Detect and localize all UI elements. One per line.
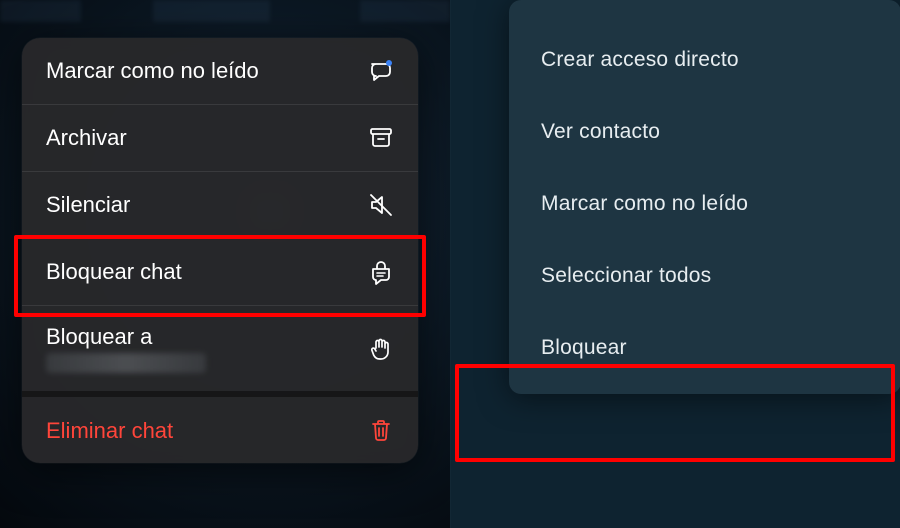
menu-item-archive[interactable]: Archivar (22, 105, 418, 172)
menu-item-label: Eliminar chat (46, 418, 366, 443)
lock-chat-icon (366, 257, 396, 287)
menu-item-label: Marcar como no leído (541, 192, 748, 216)
menu-item-label: Bloquear a (46, 324, 366, 373)
menu-item-mark-unread[interactable]: Marcar como no leído (509, 168, 900, 240)
android-popup-menu: Crear acceso directo Ver contacto Marcar… (509, 0, 900, 394)
menu-item-label: Ver contacto (541, 120, 660, 144)
menu-item-label: Crear acceso directo (541, 48, 739, 72)
menu-item-label: Bloquear (541, 336, 627, 360)
menu-item-mark-unread[interactable]: Marcar como no leído (22, 38, 418, 105)
redacted-contact-name (46, 353, 206, 373)
mute-icon (366, 190, 396, 220)
unread-icon (366, 56, 396, 86)
menu-item-label: Bloquear chat (46, 259, 366, 284)
archive-icon (366, 123, 396, 153)
menu-item-label: Archivar (46, 125, 366, 150)
menu-item-mute[interactable]: Silenciar (22, 172, 418, 239)
menu-item-block[interactable]: Bloquear (509, 312, 900, 384)
menu-item-label: Silenciar (46, 192, 366, 217)
menu-item-select-all[interactable]: Seleccionar todos (509, 240, 900, 312)
ios-screenshot-pane: Marcar como no leído Archivar Silenciar … (0, 0, 450, 528)
block-hand-icon (366, 334, 396, 364)
menu-item-create-shortcut[interactable]: Crear acceso directo (509, 24, 900, 96)
menu-item-delete-chat[interactable]: Eliminar chat (22, 397, 418, 463)
menu-item-label: Seleccionar todos (541, 264, 711, 288)
menu-item-block-contact[interactable]: Bloquear a (22, 306, 418, 397)
menu-item-label-text: Bloquear a (46, 324, 152, 349)
ios-context-menu: Marcar como no leído Archivar Silenciar … (22, 38, 418, 463)
android-screenshot-pane: Crear acceso directo Ver contacto Marcar… (450, 0, 900, 528)
trash-icon (366, 415, 396, 445)
menu-item-view-contact[interactable]: Ver contacto (509, 96, 900, 168)
menu-item-label: Marcar como no leído (46, 58, 366, 83)
menu-item-lock-chat[interactable]: Bloquear chat (22, 239, 418, 306)
